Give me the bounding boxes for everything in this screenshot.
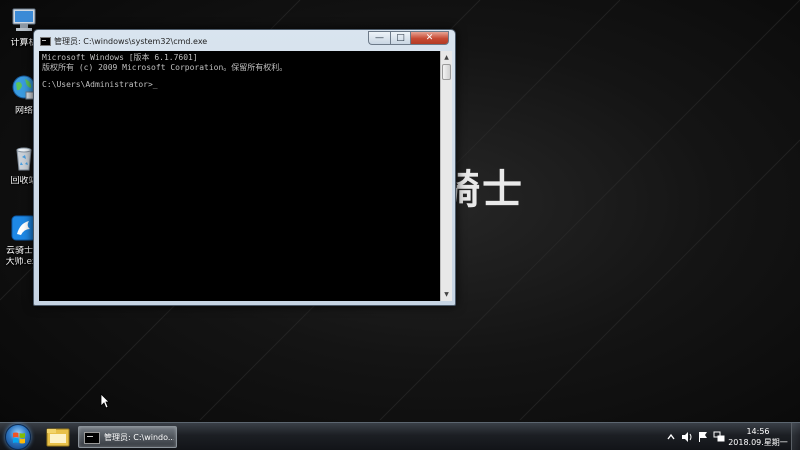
show-desktop-button[interactable] [791,423,800,450]
scroll-down-arrow-icon[interactable]: ▼ [441,289,452,300]
mouse-pointer-icon [100,393,110,409]
start-button[interactable] [5,424,31,450]
console-line: 版权所有 (c) 2009 Microsoft Corporation。保留所有… [42,63,288,72]
title-bar[interactable]: 管理员: C:\windows\system32\cmd.exe — □ ✕ [34,30,455,51]
window-title: 管理员: C:\windows\system32\cmd.exe [54,37,208,46]
cmd-app-icon [84,432,100,444]
console-prompt: C:\Users\Administrator> [42,80,153,89]
maximize-button[interactable]: □ [390,31,410,45]
system-clock[interactable]: 14:56 2018.09.星期一 [726,426,790,448]
clock-time: 14:56 [746,427,770,436]
windows-logo-icon [13,432,25,444]
window-controls: — □ ✕ [368,31,449,45]
minimize-button[interactable]: — [368,31,390,45]
close-button[interactable]: ✕ [410,31,449,45]
volume-icon[interactable] [681,431,693,443]
taskbar: 管理员: C:\windo... 14:56 2018.09.星期一 [0,422,800,450]
system-tray [665,429,725,445]
scroll-thumb[interactable] [442,64,451,80]
clock-date: 2018.09.星期一 [728,438,788,447]
explorer-folder-icon[interactable] [42,425,74,449]
console-output[interactable]: Microsoft Windows [版本 6.1.7601] 版权所有 (c)… [39,51,440,301]
taskbar-button-cmd[interactable]: 管理员: C:\windo... [78,426,177,448]
network-status-icon[interactable] [713,431,725,443]
action-center-flag-icon[interactable] [697,431,709,443]
console-line: Microsoft Windows [版本 6.1.7601] [42,53,198,62]
console-prompt-line: C:\Users\Administrator>_ [42,80,437,90]
taskbar-button-label: 管理员: C:\windo... [104,433,174,442]
cmd-app-icon [40,37,51,46]
show-hidden-icons-chevron-icon[interactable] [665,431,677,443]
vertical-scrollbar[interactable]: ▲ ▼ [440,51,452,301]
scroll-up-arrow-icon[interactable]: ▲ [441,52,452,63]
console-cursor: _ [152,80,158,89]
cmd-window[interactable]: 管理员: C:\windows\system32\cmd.exe — □ ✕ M… [33,29,456,306]
